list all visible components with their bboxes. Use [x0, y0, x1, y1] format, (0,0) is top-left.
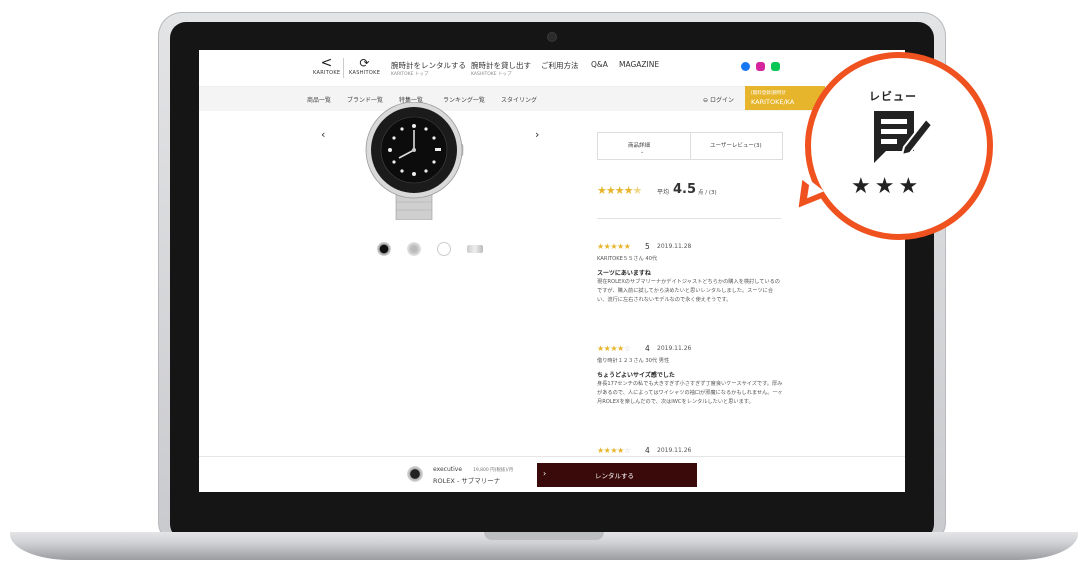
- average-rating-stars: ★★★★★: [597, 184, 642, 197]
- review-date: 2019.11.28: [657, 243, 692, 250]
- footer-watch-thumbnail: [407, 466, 423, 482]
- watch-image: [365, 102, 464, 220]
- tab-product-detail[interactable]: 商品詳細: [628, 141, 650, 149]
- nav-link-magazine[interactable]: MAGAZINE: [619, 60, 659, 69]
- laptop-base-notch: [484, 532, 604, 540]
- callout-stars: ★★★: [851, 174, 923, 199]
- gallery-next-button[interactable]: ›: [535, 128, 539, 141]
- footer-brand: executive: [433, 466, 463, 473]
- login-link[interactable]: ⊖ ログイン: [703, 95, 734, 104]
- review-title: ちょうどよいサイズ感でした: [597, 372, 675, 379]
- kashitoke-logo-icon: ⟳: [359, 56, 370, 70]
- average-rating-unit: 点 / (3): [698, 190, 717, 196]
- footer-price: 19,800 円(税抜)/月: [473, 468, 514, 473]
- karitoke-logo[interactable]: < KARITOKE: [313, 56, 340, 76]
- review-body: 身長177センチの私でも大きすぎず小さすぎず丁度良いケースサイズです。厚みがある…: [597, 381, 783, 405]
- nav-item-products[interactable]: 商品一覧: [307, 95, 331, 104]
- nav-link-howto[interactable]: ご利用方法: [541, 60, 579, 71]
- instagram-icon[interactable]: [756, 62, 765, 71]
- lend-watch-sublink[interactable]: KASHITOKE トップ: [471, 71, 512, 77]
- line-icon[interactable]: [771, 62, 780, 71]
- rent-button[interactable]: › レンタルする: [537, 463, 697, 487]
- gallery-prev-button[interactable]: ‹: [321, 128, 325, 141]
- thumbnail-1[interactable]: [377, 242, 391, 256]
- review-stars: ★★★★★: [597, 242, 631, 251]
- review-edit-icon: [874, 111, 934, 163]
- footer-model: ROLEX - サブマリーナ: [433, 477, 501, 485]
- screen: < KARITOKE ⟳ KASHITOKE 腕時計をレンタルする KARITO…: [199, 50, 905, 492]
- review-author: KARITOKE５５さん 40代: [597, 256, 658, 262]
- site-header: < KARITOKE ⟳ KASHITOKE 腕時計をレンタルする KARITO…: [199, 50, 905, 86]
- kashitoke-logo[interactable]: ⟳ KASHITOKE: [349, 56, 380, 76]
- thumbnail-3[interactable]: [437, 242, 451, 256]
- facebook-icon[interactable]: [741, 62, 750, 71]
- nav-link-qa[interactable]: Q&A: [591, 60, 608, 69]
- review-author: 借り時計１２３さん 30代 男性: [597, 358, 670, 364]
- review-score: 4: [645, 446, 650, 455]
- average-label: 平均: [657, 189, 670, 196]
- camera-icon: [548, 33, 556, 41]
- review-stars: ★★★★☆: [597, 344, 631, 353]
- review-body: 現在ROLEXのサブマリーナかデイトジャストどちらかの購入を検討しているのですが…: [597, 279, 780, 303]
- product-tabs: 商品詳細 ⌄ ユーザーレビュー(3): [597, 132, 783, 160]
- rent-watch-sublink[interactable]: KARITOKE トップ: [391, 71, 428, 77]
- average-rating-value: 4.5: [673, 182, 697, 197]
- rent-watch-link[interactable]: 腕時計をレンタルする: [391, 60, 466, 71]
- chevron-down-icon: ⌄: [640, 149, 645, 155]
- callout-title: レビュー: [869, 90, 917, 103]
- nav-item-styling[interactable]: スタイリング: [501, 95, 537, 104]
- review-stars: ★★★★☆: [597, 446, 631, 455]
- review-date: 2019.11.26: [657, 447, 692, 454]
- logo-divider: [343, 58, 344, 78]
- review-title: スーツにあいますね: [597, 270, 651, 277]
- review-score: 5: [645, 242, 650, 251]
- review-date: 2019.11.26: [657, 345, 692, 352]
- thumbnail-2[interactable]: [407, 242, 421, 256]
- lend-watch-link[interactable]: 腕時計を貸し出す: [471, 60, 531, 71]
- rental-footer-bar: executive 19,800 円(税抜)/月 ROLEX - サブマリーナ …: [199, 456, 905, 492]
- divider: [597, 218, 781, 219]
- tab-user-reviews[interactable]: ユーザーレビュー(3): [710, 141, 762, 149]
- chevron-right-icon: ›: [543, 469, 547, 478]
- thumbnail-4[interactable]: [467, 245, 483, 253]
- review-score: 4: [645, 344, 650, 353]
- tab-divider: [690, 133, 691, 159]
- karitoke-logo-icon: <: [320, 55, 333, 71]
